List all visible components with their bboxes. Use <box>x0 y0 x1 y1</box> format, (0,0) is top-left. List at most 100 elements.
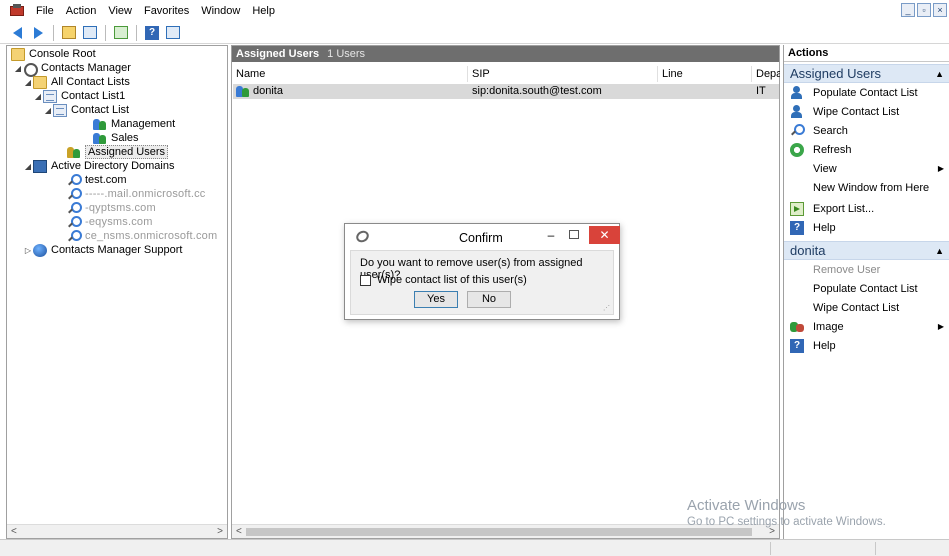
blank-icon <box>790 301 804 315</box>
action-help[interactable]: ? Help <box>784 218 949 237</box>
action-export-list[interactable]: Export List... <box>784 199 949 218</box>
up-one-level-button[interactable] <box>60 24 78 42</box>
tree-item-label: All Contact Lists <box>51 76 130 88</box>
wipe-contact-list-checkbox[interactable] <box>360 274 371 286</box>
domain-search-icon <box>67 187 82 201</box>
action-help-user[interactable]: ? Help <box>784 336 949 355</box>
blank-icon <box>790 181 804 195</box>
collapse-up-icon[interactable]: ▲ <box>935 242 944 260</box>
menu-view[interactable]: View <box>102 0 138 22</box>
export-list-button[interactable] <box>112 24 130 42</box>
action-label: Remove User <box>813 263 881 276</box>
collapse-toggle-icon[interactable]: ◢ <box>23 162 33 171</box>
menu-favorites[interactable]: Favorites <box>138 0 195 22</box>
tree-horizontal-scrollbar[interactable]: < > <box>7 524 227 538</box>
search-icon <box>790 123 805 138</box>
user-icon <box>236 85 250 98</box>
scroll-left-arrow-icon[interactable]: < <box>236 526 242 537</box>
action-wipe-contact-list-user[interactable]: Wipe Contact List <box>784 298 949 317</box>
actions-section-assigned-users[interactable]: Assigned Users ▲ <box>784 64 949 83</box>
console-tree-icon <box>83 26 97 39</box>
column-header-sip[interactable]: SIP <box>468 66 658 82</box>
collapse-toggle-icon[interactable]: ◢ <box>33 92 43 101</box>
menu-help[interactable]: Help <box>246 0 281 22</box>
action-view[interactable]: View ▶ <box>784 159 949 178</box>
tree-item-contacts-manager[interactable]: ◢ Contacts Manager <box>13 61 131 77</box>
help-toolbar-button[interactable]: ? <box>143 24 161 42</box>
expand-toggle-icon[interactable]: ▷ <box>23 246 33 255</box>
menu-file[interactable]: File <box>30 0 60 22</box>
show-hide-action-pane-button[interactable] <box>164 24 182 42</box>
menu-action[interactable]: Action <box>60 0 103 22</box>
action-populate-contact-list-user[interactable]: Populate Contact List <box>784 279 949 298</box>
tree-item-active-directory-domains[interactable]: ◢ Active Directory Domains <box>23 159 174 173</box>
actions-section-donita[interactable]: donita ▲ <box>784 241 949 260</box>
scrollbar-thumb[interactable] <box>246 528 752 536</box>
mdi-close-button[interactable]: × <box>933 3 947 17</box>
tree-item-management[interactable]: Management <box>93 117 175 131</box>
wipe-contact-list-checkbox-row[interactable]: Wipe contact list of this user(s) <box>360 274 527 286</box>
dialog-title-bar[interactable]: Confirm – ✕ <box>345 224 620 250</box>
action-remove-user[interactable]: Remove User <box>784 260 949 279</box>
mdi-minimize-button[interactable]: _ <box>901 3 915 17</box>
action-populate-contact-list[interactable]: Populate Contact List <box>784 83 949 102</box>
back-button[interactable] <box>8 24 26 42</box>
dialog-minimize-button[interactable]: – <box>544 228 558 242</box>
no-button[interactable]: No <box>467 291 511 308</box>
mdi-restore-button[interactable]: ▫ <box>917 3 931 17</box>
collapse-up-icon[interactable]: ▲ <box>935 65 944 83</box>
collapse-toggle-icon[interactable]: ◢ <box>43 106 53 115</box>
tree-item-sales[interactable]: Sales <box>93 131 139 145</box>
collapse-toggle-icon[interactable]: ◢ <box>13 64 23 73</box>
tree-item-label: Contacts Manager <box>41 62 131 74</box>
action-pane-icon <box>166 26 180 39</box>
tree-item-all-contact-lists[interactable]: ◢ All Contact Lists <box>23 75 130 89</box>
tree-item-domain[interactable]: ce_nsms.onmicrosoft.com <box>67 229 217 243</box>
action-image[interactable]: Image ▶ <box>784 317 949 336</box>
action-refresh[interactable]: Refresh <box>784 140 949 159</box>
active-directory-icon <box>33 159 47 173</box>
scroll-left-arrow-icon[interactable]: < <box>11 526 17 537</box>
scroll-right-arrow-icon[interactable]: > <box>217 526 223 537</box>
action-label: View <box>813 162 837 175</box>
action-label: Export List... <box>813 202 875 215</box>
yes-button[interactable]: Yes <box>414 291 458 308</box>
group-icon <box>93 132 107 145</box>
mmc-app-icon[interactable] <box>10 4 24 18</box>
folder-icon <box>11 47 25 61</box>
resize-grip-icon[interactable]: ⋰ <box>603 304 610 312</box>
folder-icon <box>33 75 47 89</box>
action-label: New Window from Here <box>813 181 930 194</box>
table-row[interactable]: donita sip:donita.south@test.com IT <box>233 84 779 99</box>
tree-item-contact-list[interactable]: ◢ Contact List <box>43 103 129 117</box>
action-label: Help <box>813 339 836 352</box>
dialog-title: Confirm <box>459 231 503 245</box>
user-icon <box>790 104 804 119</box>
tree-item-assigned-users[interactable]: Assigned Users <box>67 145 169 159</box>
column-header-department[interactable]: Depa <box>752 66 780 82</box>
action-new-window-from-here[interactable]: New Window from Here <box>784 178 949 197</box>
tree-item-contacts-manager-support[interactable]: ▷ Contacts Manager Support <box>23 243 182 257</box>
tree-item-domain[interactable]: test.com <box>67 173 127 187</box>
dialog-close-button[interactable]: ✕ <box>589 226 620 244</box>
action-wipe-contact-list[interactable]: Wipe Contact List <box>784 102 949 121</box>
action-search[interactable]: Search <box>784 121 949 140</box>
tree-item-domain[interactable]: -qyptsms.com <box>67 201 156 215</box>
tree-item-label: Contact List1 <box>61 90 126 102</box>
show-hide-console-tree-button[interactable] <box>81 24 99 42</box>
tree-item-label: Active Directory Domains <box>51 160 175 172</box>
contacts-manager-icon <box>23 62 38 77</box>
console-tree-pane: Console Root ◢ Contacts Manager ◢ All Co… <box>6 45 228 539</box>
column-header-line[interactable]: Line <box>658 66 752 82</box>
column-header-name[interactable]: Name <box>232 66 468 82</box>
collapse-toggle-icon[interactable]: ◢ <box>23 78 33 87</box>
tree-item-contact-list1[interactable]: ◢ Contact List1 <box>33 89 125 103</box>
tree-item-domain[interactable]: -eqysms.com <box>67 215 153 229</box>
dialog-maximize-button[interactable] <box>569 230 579 239</box>
tree-item-domain[interactable]: -----.mail.onmicrosoft.cc <box>67 187 206 201</box>
tree-item-label: Sales <box>111 132 139 144</box>
menu-window[interactable]: Window <box>195 0 246 22</box>
refresh-icon <box>790 142 804 157</box>
tree-item-console-root[interactable]: Console Root <box>11 47 96 61</box>
forward-button[interactable] <box>29 24 47 42</box>
